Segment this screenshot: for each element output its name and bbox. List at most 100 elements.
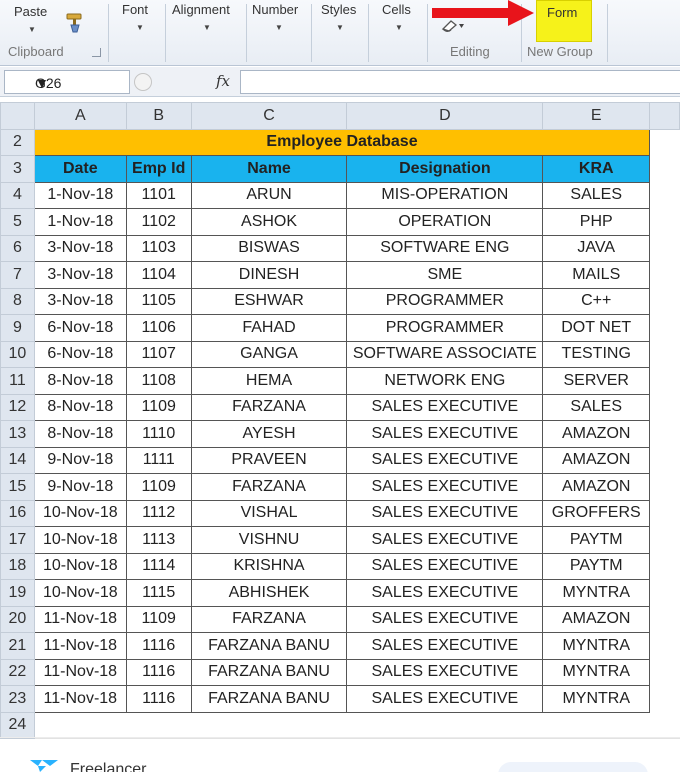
cell-date[interactable]: 3-Nov-18 [33,287,127,315]
cell-date[interactable]: 10-Nov-18 [33,552,127,580]
cell-emp-id[interactable]: 1108 [125,367,192,395]
row-header[interactable]: 17 [0,526,35,554]
name-box[interactable]: G26 ▼ [4,70,130,94]
cell-name[interactable]: FARZANA BANU [190,658,348,686]
number-dropdown-icon[interactable]: ▼ [275,23,283,32]
cell[interactable] [650,633,680,660]
column-header-b[interactable]: B [125,102,192,130]
cell-date[interactable]: 10-Nov-18 [33,526,127,554]
cell[interactable] [650,341,680,368]
column-header-f[interactable] [649,102,680,130]
row-header[interactable]: 3 [0,155,35,183]
cell-name[interactable]: HEMA [190,367,348,395]
cell-name[interactable]: VISHAL [190,499,348,527]
row-header[interactable]: 16 [0,499,35,527]
cell[interactable] [34,712,127,739]
cell-kra[interactable]: GROFFERS [542,499,651,527]
cell-name[interactable]: VISHNU [190,526,348,554]
cell-kra[interactable]: SALES [542,393,651,421]
cell-designation[interactable]: PROGRAMMER [346,314,544,342]
cell-name[interactable]: BISWAS [190,234,348,262]
cell-designation[interactable]: SOFTWARE ASSOCIATE [346,340,544,368]
cell-designation[interactable]: SALES EXECUTIVE [346,552,544,580]
cell-designation[interactable]: PROGRAMMER [346,287,544,315]
cell-kra[interactable]: PHP [542,208,651,236]
header-cell-date[interactable]: Date [33,155,127,183]
cell-emp-id[interactable]: 1109 [125,473,192,501]
cell-kra[interactable]: SERVER [542,367,651,395]
cell-date[interactable]: 11-Nov-18 [33,632,127,660]
row-header[interactable]: 4 [0,181,35,209]
cell[interactable] [650,659,680,686]
cell-kra[interactable]: TESTING [542,340,651,368]
row-header[interactable]: 23 [0,685,35,713]
cell-kra[interactable]: AMAZON [542,446,651,474]
cell-kra[interactable]: C++ [542,287,651,315]
cell-date[interactable]: 9-Nov-18 [33,446,127,474]
cell-date[interactable]: 8-Nov-18 [33,420,127,448]
cell-date[interactable]: 8-Nov-18 [33,393,127,421]
column-header-a[interactable]: A [33,102,127,130]
cell-designation[interactable]: SOFTWARE ENG [346,234,544,262]
row-header[interactable]: 15 [0,473,35,501]
cell-designation[interactable]: SALES EXECUTIVE [346,499,544,527]
cell-date[interactable]: 1-Nov-18 [33,208,127,236]
format-painter-icon[interactable] [64,12,86,34]
cell-emp-id[interactable]: 1116 [125,685,192,713]
cell-emp-id[interactable]: 1109 [125,393,192,421]
cell-emp-id[interactable]: 1105 [125,287,192,315]
cell-kra[interactable]: MYNTRA [542,579,651,607]
cell-designation[interactable]: SALES EXECUTIVE [346,579,544,607]
row-header[interactable]: 6 [0,234,35,262]
cell-kra[interactable]: PAYTM [542,526,651,554]
cell-emp-id[interactable]: 1106 [125,314,192,342]
cell-name[interactable]: KRISHNA [190,552,348,580]
cells-dropdown-icon[interactable]: ▼ [395,23,403,32]
cell[interactable] [650,474,680,501]
row-header[interactable]: 19 [0,579,35,607]
name-box-dropdown-icon[interactable]: ▼ [35,75,49,91]
cell[interactable] [650,580,680,607]
cell[interactable] [650,394,680,421]
cell-kra[interactable]: MAILS [542,261,651,289]
cell-name[interactable]: GANGA [190,340,348,368]
cell-emp-id[interactable]: 1101 [125,181,192,209]
cell-emp-id[interactable]: 1116 [125,658,192,686]
cell-kra[interactable]: AMAZON [542,420,651,448]
row-header[interactable]: 11 [0,367,35,395]
cell-designation[interactable]: NETWORK ENG [346,367,544,395]
cell-date[interactable]: 11-Nov-18 [33,685,127,713]
alignment-dropdown-icon[interactable]: ▼ [203,23,211,32]
header-cell-name[interactable]: Name [190,155,348,183]
cell-date[interactable]: 10-Nov-18 [33,499,127,527]
cell-name[interactable]: FARZANA BANU [190,632,348,660]
row-header[interactable]: 21 [0,632,35,660]
cell-emp-id[interactable]: 1116 [125,632,192,660]
styles-button[interactable]: Styles [321,2,356,17]
cell[interactable] [649,712,680,739]
row-header[interactable]: 8 [0,287,35,315]
cell-designation[interactable]: SME [346,261,544,289]
cell[interactable] [650,686,680,713]
cell[interactable] [650,500,680,527]
cell-designation[interactable]: SALES EXECUTIVE [346,605,544,633]
column-header-d[interactable]: D [346,102,544,130]
row-header[interactable]: 20 [0,605,35,633]
paste-dropdown-icon[interactable]: ▼ [28,25,36,34]
cell-date[interactable]: 1-Nov-18 [33,181,127,209]
cell-name[interactable]: FARZANA [190,473,348,501]
row-header[interactable]: 12 [0,393,35,421]
cell-name[interactable]: DINESH [190,261,348,289]
cell[interactable] [650,235,680,262]
row-header[interactable]: 10 [0,340,35,368]
cell-name[interactable]: ESHWAR [190,287,348,315]
row-header[interactable]: 5 [0,208,35,236]
cell-kra[interactable]: DOT NET [542,314,651,342]
cell-emp-id[interactable]: 1107 [125,340,192,368]
cell[interactable] [650,315,680,342]
cell-emp-id[interactable]: 1102 [125,208,192,236]
cell-designation[interactable]: SALES EXECUTIVE [346,526,544,554]
column-header-c[interactable]: C [190,102,348,130]
cell[interactable] [650,288,680,315]
column-header-e[interactable]: E [542,102,651,130]
